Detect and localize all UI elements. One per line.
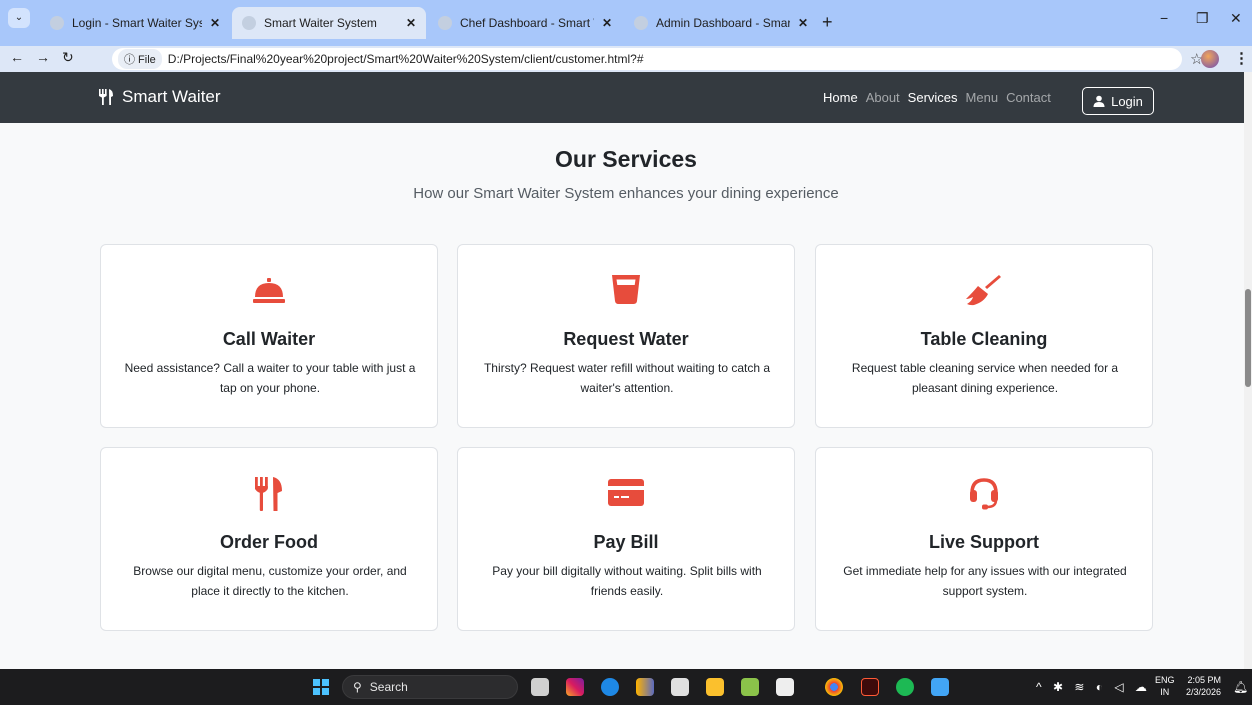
service-title: Pay Bill xyxy=(593,532,659,552)
service-description: Need assistance? Call a waiter to your t… xyxy=(124,361,416,395)
globe-icon xyxy=(634,16,648,30)
service-title: Request Water xyxy=(563,329,689,349)
back-icon[interactable]: ← xyxy=(10,49,24,65)
utensils-icon xyxy=(99,89,113,105)
tab-login[interactable]: Login - Smart Waiter System ✕ xyxy=(40,7,230,39)
minimize-icon[interactable]: − xyxy=(1160,10,1168,26)
tab-admin-dashboard[interactable]: Admin Dashboard - Smart Waiter ✕ xyxy=(624,7,818,39)
tab-smart-waiter[interactable]: Smart Waiter System ✕ xyxy=(232,7,426,39)
service-description: Browse our digital menu, customize your … xyxy=(133,564,407,598)
scrollbar-thumb[interactable] xyxy=(1245,289,1251,387)
service-description: Request table cleaning service when need… xyxy=(851,361,1119,395)
close-tab-icon[interactable]: ✕ xyxy=(798,16,808,30)
chatgpt-icon[interactable] xyxy=(671,678,689,696)
file-explorer-icon[interactable] xyxy=(706,678,724,696)
service-description: Pay your bill digitally without waiting.… xyxy=(492,564,762,598)
system-tray-icons[interactable]: ^ ✱ ≋ ◐ ◁ ☁ xyxy=(1036,680,1151,694)
service-title: Live Support xyxy=(928,532,1039,552)
globe-icon xyxy=(242,16,256,30)
nav-link-home[interactable]: Home xyxy=(823,90,858,105)
close-tab-icon[interactable]: ✕ xyxy=(210,16,220,30)
chrome-icon[interactable] xyxy=(825,678,843,696)
illustrator-icon[interactable] xyxy=(861,678,879,696)
nav-links: Home About Services Menu Contact xyxy=(823,90,1051,105)
windows-taskbar: ⚲ Search ^ ✱ ≋ ◐ ◁ ☁ ENG IN 2:05 PM 2/3/… xyxy=(0,669,1252,705)
glass-water-icon xyxy=(612,275,640,304)
credit-card-icon xyxy=(608,479,644,506)
brand-name: Smart Waiter xyxy=(122,87,221,106)
browser-toolbar: ← → ↻ ⓘ File D:/Projects/Final%20year%20… xyxy=(0,46,1252,72)
instagram-icon[interactable] xyxy=(566,678,584,696)
brand-logo[interactable]: Smart Waiter xyxy=(97,87,221,107)
app-icon[interactable] xyxy=(636,678,654,696)
login-button[interactable]: Login xyxy=(1082,87,1154,115)
globe-icon xyxy=(50,16,64,30)
menu-kebab-icon[interactable]: ⋮ xyxy=(1234,49,1249,67)
close-tab-icon[interactable]: ✕ xyxy=(406,16,416,30)
edge-icon[interactable] xyxy=(601,678,619,696)
taskbar-search-label: Search xyxy=(369,680,408,694)
browser-tab-strip: ⌄ Login - Smart Waiter System ✕ Smart Wa… xyxy=(0,0,1252,46)
close-tab-icon[interactable]: ✕ xyxy=(602,16,612,30)
restore-icon[interactable]: ❐ xyxy=(1196,10,1209,27)
service-title: Order Food xyxy=(220,532,318,552)
url-text[interactable]: D:/Projects/Final%20year%20project/Smart… xyxy=(168,52,644,66)
service-description: Thirsty? Request water refill without wa… xyxy=(483,361,771,395)
new-tab-button[interactable]: + xyxy=(822,12,833,33)
reload-icon[interactable]: ↻ xyxy=(62,49,74,66)
nav-link-menu[interactable]: Menu xyxy=(966,90,999,105)
tab-search-button[interactable]: ⌄ xyxy=(8,8,30,28)
forward-icon[interactable]: → xyxy=(36,49,50,65)
nav-link-contact[interactable]: Contact xyxy=(1006,90,1051,105)
windows-start-icon[interactable] xyxy=(313,679,329,695)
service-title: Table Cleaning xyxy=(920,329,1048,349)
service-title: Call Waiter xyxy=(222,329,316,349)
address-bar[interactable]: ⓘ File D:/Projects/Final%20year%20projec… xyxy=(112,48,1182,70)
services-title: Our Services xyxy=(555,146,697,172)
language-indicator[interactable]: ENG IN xyxy=(1155,674,1175,698)
globe-icon xyxy=(438,16,452,30)
service-card-order-food[interactable]: Order Food Browse our digital menu, cust… xyxy=(100,447,438,631)
taskbar-clock[interactable]: 2:05 PM 2/3/2026 xyxy=(1186,674,1221,698)
service-card-live-support[interactable]: Live Support Get immediate help for any … xyxy=(815,447,1153,631)
taskbar-search[interactable]: ⚲ Search xyxy=(342,675,518,699)
task-view-icon[interactable] xyxy=(531,678,549,696)
service-card-pay-bill[interactable]: Pay Bill Pay your bill digitally without… xyxy=(457,447,795,631)
profile-avatar[interactable] xyxy=(1201,50,1219,68)
search-icon: ⚲ xyxy=(353,680,362,694)
terminal-icon[interactable] xyxy=(776,678,794,696)
login-label: Login xyxy=(1111,93,1143,109)
service-card-call-waiter[interactable]: Call Waiter Need assistance? Call a wait… xyxy=(100,244,438,428)
site-navbar: Smart Waiter Home About Services Menu Co… xyxy=(0,72,1244,123)
service-card-request-water[interactable]: Request Water Thirsty? Request water ref… xyxy=(457,244,795,428)
headset-icon xyxy=(970,478,998,510)
close-window-icon[interactable]: ✕ xyxy=(1230,10,1242,27)
vscode-icon[interactable] xyxy=(931,678,949,696)
nav-link-about[interactable]: About xyxy=(866,90,900,105)
bell-concierge-icon xyxy=(253,278,285,303)
nav-link-services[interactable]: Services xyxy=(908,90,958,105)
site-info-chip[interactable]: ⓘ File xyxy=(118,49,162,69)
notification-bell-icon[interactable]: 🔔︎ xyxy=(1233,680,1248,694)
broom-icon xyxy=(966,275,1001,306)
service-description: Get immediate help for any issues with o… xyxy=(843,564,1127,598)
spotify-icon[interactable] xyxy=(896,678,914,696)
service-card-table-cleaning[interactable]: Table Cleaning Request table cleaning se… xyxy=(815,244,1153,428)
user-icon xyxy=(1093,95,1105,107)
notepad-icon[interactable] xyxy=(741,678,759,696)
services-subtitle: How our Smart Waiter System enhances you… xyxy=(413,185,839,202)
utensils-icon xyxy=(255,477,282,511)
tab-chef-dashboard[interactable]: Chef Dashboard - Smart Waiter ✕ xyxy=(428,7,622,39)
